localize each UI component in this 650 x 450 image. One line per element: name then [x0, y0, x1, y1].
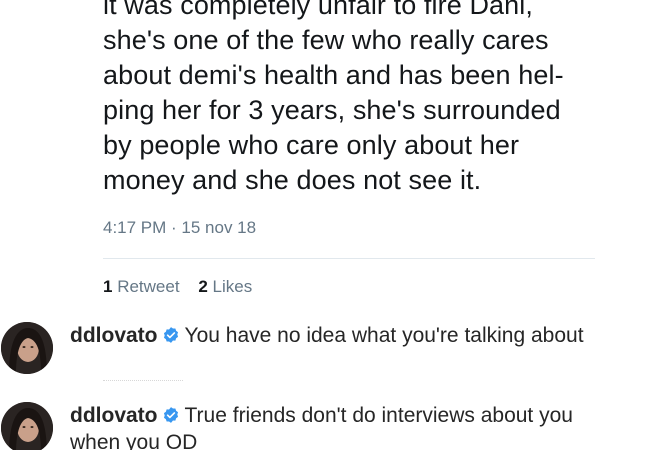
tweet-line: she's one of the few who really cares — [103, 25, 549, 55]
tweet-stats: 1 Retweet 2 Likes — [103, 277, 266, 297]
tweet-line: ping her for 3 years, she's surrounded — [103, 95, 561, 125]
retweets-label: Retweet — [117, 277, 180, 296]
tweet-line: by people who care only about her — [103, 130, 520, 160]
divider — [103, 258, 595, 259]
avatar[interactable] — [1, 402, 53, 450]
verified-badge-icon — [162, 404, 180, 423]
tweet-line: about demi's health and has been hel- — [103, 60, 564, 90]
tweet-timestamp[interactable]: 4:17 PM · 15 nov 18 — [103, 218, 256, 238]
likes-count: 2 — [198, 277, 208, 296]
username[interactable]: ddlovato — [70, 324, 158, 347]
likes-label: Likes — [212, 277, 253, 296]
retweets-stat[interactable]: 1 Retweet — [103, 277, 180, 296]
divider — [103, 380, 183, 383]
verified-badge-icon — [162, 324, 180, 343]
comment-text: ddlovato You have no idea what you're tal… — [70, 322, 610, 349]
comment-body: You have no idea what you're talking abo… — [184, 324, 584, 347]
avatar[interactable] — [1, 322, 53, 374]
tweet-line: it was completely unfair to fire Dani, — [103, 0, 533, 20]
tweet-line: money and she does not see it. — [103, 165, 482, 195]
comment-text: ddlovato True friends don't do interviews… — [70, 402, 610, 450]
retweets-count: 1 — [103, 277, 113, 296]
username[interactable]: ddlovato — [70, 404, 158, 427]
tweet-text: it was completely unfair to fire Dani, s… — [103, 0, 633, 198]
likes-stat[interactable]: 2 Likes — [198, 277, 252, 296]
